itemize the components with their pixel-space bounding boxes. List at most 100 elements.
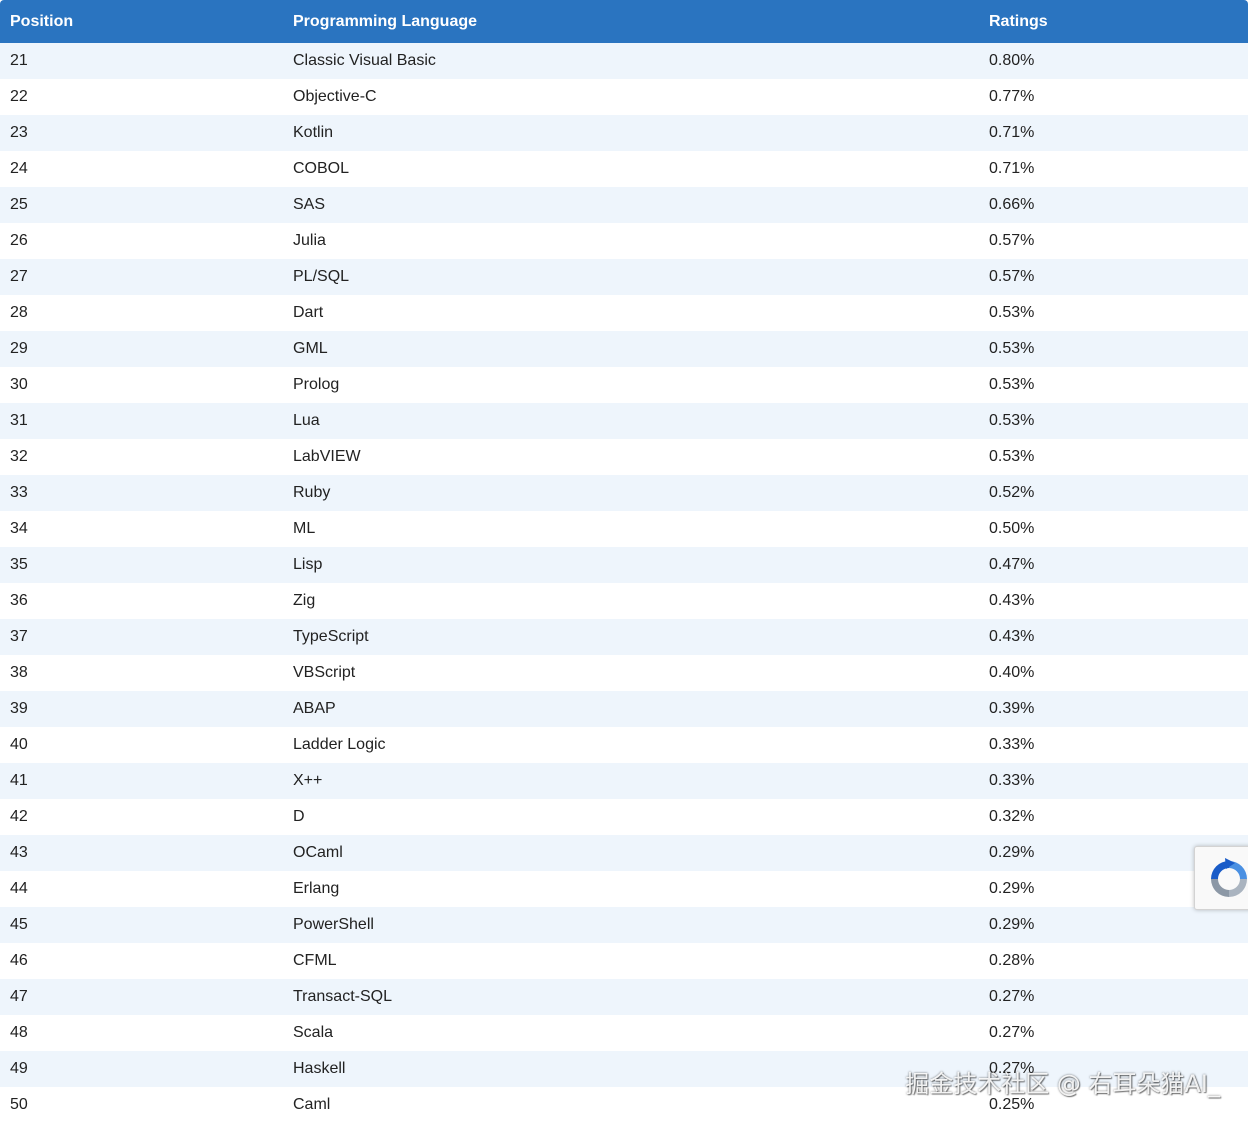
language-cell: Ruby xyxy=(293,484,331,501)
rating-cell: 0.53% xyxy=(989,448,1035,465)
language-ratings-table: Position Programming Language Ratings 21… xyxy=(0,0,1248,1123)
table-row: 22 Objective-C 0.77% xyxy=(0,79,1248,115)
position-cell: 37 xyxy=(10,628,28,645)
rating-cell: 0.53% xyxy=(989,376,1035,393)
table-row: 39 ABAP 0.39% xyxy=(0,691,1248,727)
language-cell: Erlang xyxy=(293,880,340,897)
position-cell: 33 xyxy=(10,484,28,501)
recaptcha-icon xyxy=(1211,858,1247,897)
rating-cell: 0.33% xyxy=(989,736,1035,753)
language-cell: Zig xyxy=(293,592,316,609)
rating-cell: 0.77% xyxy=(989,88,1035,105)
position-cell: 43 xyxy=(10,844,28,861)
header-position[interactable]: Position xyxy=(0,0,283,43)
rating-cell: 0.27% xyxy=(989,1024,1035,1041)
position-cell: 25 xyxy=(10,196,28,213)
table-row: 35 Lisp 0.47% xyxy=(0,547,1248,583)
table-row: 37 TypeScript 0.43% xyxy=(0,619,1248,655)
position-cell: 36 xyxy=(10,592,28,609)
language-cell: Ladder Logic xyxy=(293,736,386,753)
position-cell: 47 xyxy=(10,988,28,1005)
table-row: 48 Scala 0.27% xyxy=(0,1015,1248,1051)
rating-cell: 0.27% xyxy=(989,988,1035,1005)
table-row: 33 Ruby 0.52% xyxy=(0,475,1248,511)
rating-cell: 0.80% xyxy=(989,52,1035,69)
position-cell: 39 xyxy=(10,700,28,717)
language-cell: CFML xyxy=(293,952,337,969)
table-row: 44 Erlang 0.29% xyxy=(0,871,1248,907)
position-cell: 35 xyxy=(10,556,28,573)
table-body: 21 Classic Visual Basic 0.80% 22 Objective-C… xyxy=(0,43,1248,1123)
rating-cell: 0.53% xyxy=(989,340,1035,357)
language-cell: Scala xyxy=(293,1024,334,1041)
rating-cell: 0.39% xyxy=(989,700,1035,717)
table-row: 43 OCaml 0.29% xyxy=(0,835,1248,871)
language-cell: D xyxy=(293,808,305,825)
position-cell: 30 xyxy=(10,376,28,393)
language-cell: Lisp xyxy=(293,556,323,573)
rating-cell: 0.53% xyxy=(989,304,1035,321)
rating-cell: 0.50% xyxy=(989,520,1035,537)
table-row: 27 PL/SQL 0.57% xyxy=(0,259,1248,295)
table-row: 25 SAS 0.66% xyxy=(0,187,1248,223)
position-cell: 41 xyxy=(10,772,28,789)
rating-cell: 0.52% xyxy=(989,484,1035,501)
rating-cell: 0.57% xyxy=(989,268,1035,285)
table-row: 24 COBOL 0.71% xyxy=(0,151,1248,187)
language-cell: GML xyxy=(293,340,328,357)
table-row: 40 Ladder Logic 0.33% xyxy=(0,727,1248,763)
header-language[interactable]: Programming Language xyxy=(283,0,979,43)
position-cell: 45 xyxy=(10,916,28,933)
position-cell: 49 xyxy=(10,1060,28,1077)
watermark: 掘金技术社区 @ 右耳朵猫AI_ xyxy=(905,1070,1220,1098)
language-cell: PL/SQL xyxy=(293,268,350,285)
rating-cell: 0.57% xyxy=(989,232,1035,249)
language-cell: TypeScript xyxy=(293,628,369,645)
table-row: 26 Julia 0.57% xyxy=(0,223,1248,259)
table-row: 28 Dart 0.53% xyxy=(0,295,1248,331)
table-row: 34 ML 0.50% xyxy=(0,511,1248,547)
position-cell: 50 xyxy=(10,1096,28,1113)
rating-cell: 0.71% xyxy=(989,124,1035,141)
language-cell: Objective-C xyxy=(293,88,377,105)
table-header: Position Programming Language Ratings xyxy=(0,0,1248,43)
language-cell: SAS xyxy=(293,196,326,213)
rating-cell: 0.43% xyxy=(989,592,1035,609)
table-row: 47 Transact-SQL 0.27% xyxy=(0,979,1248,1015)
position-cell: 29 xyxy=(10,340,28,357)
language-cell: Caml xyxy=(293,1096,331,1113)
position-cell: 46 xyxy=(10,952,28,969)
rating-cell: 0.28% xyxy=(989,952,1035,969)
table-row: 23 Kotlin 0.71% xyxy=(0,115,1248,151)
table-row: 30 Prolog 0.53% xyxy=(0,367,1248,403)
table-row: 32 LabVIEW 0.53% xyxy=(0,439,1248,475)
header-ratings[interactable]: Ratings xyxy=(979,0,1248,43)
position-cell: 31 xyxy=(10,412,28,429)
table-row: 45 PowerShell 0.29% xyxy=(0,907,1248,943)
rating-cell: 0.32% xyxy=(989,808,1035,825)
table-row: 38 VBScript 0.40% xyxy=(0,655,1248,691)
position-cell: 42 xyxy=(10,808,28,825)
position-cell: 23 xyxy=(10,124,28,141)
position-cell: 27 xyxy=(10,268,28,285)
header-row: Position Programming Language Ratings xyxy=(0,0,1248,43)
position-cell: 26 xyxy=(10,232,28,249)
language-cell: Classic Visual Basic xyxy=(293,52,436,69)
position-cell: 28 xyxy=(10,304,28,321)
table-row: 31 Lua 0.53% xyxy=(0,403,1248,439)
position-cell: 34 xyxy=(10,520,28,537)
rating-cell: 0.40% xyxy=(989,664,1035,681)
rating-cell: 0.66% xyxy=(989,196,1035,213)
position-cell: 38 xyxy=(10,664,28,681)
language-cell: Transact-SQL xyxy=(293,988,392,1005)
table-row: 21 Classic Visual Basic 0.80% xyxy=(0,43,1248,79)
rating-cell: 0.33% xyxy=(989,772,1035,789)
position-cell: 44 xyxy=(10,880,28,897)
language-cell: Prolog xyxy=(293,376,340,393)
table-row: 41 X++ 0.33% xyxy=(0,763,1248,799)
language-cell: Kotlin xyxy=(293,124,334,141)
language-cell: ML xyxy=(293,520,316,537)
table-row: 36 Zig 0.43% xyxy=(0,583,1248,619)
recaptcha-badge[interactable] xyxy=(1194,846,1248,910)
table-row: 46 CFML 0.28% xyxy=(0,943,1248,979)
